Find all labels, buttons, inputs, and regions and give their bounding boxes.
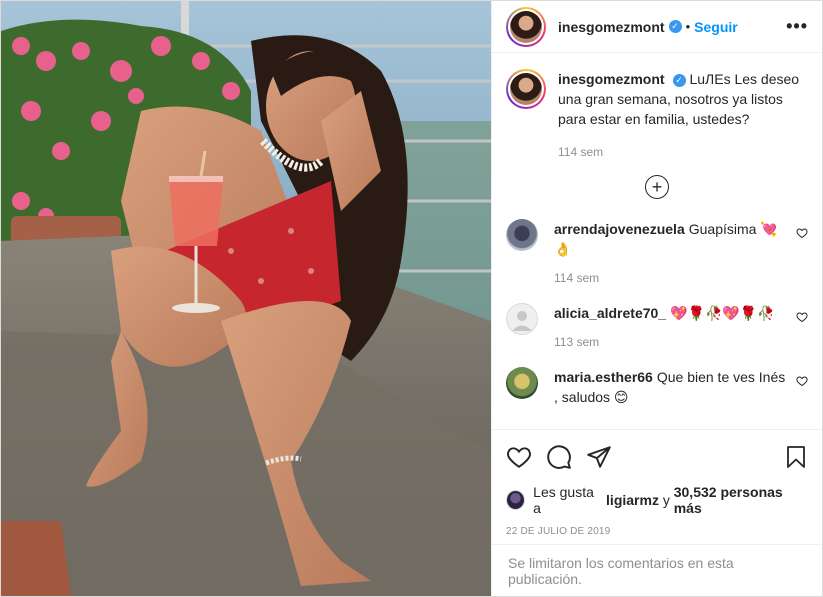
comments-limited-notice: Se limitaron los comentarios en esta pub… xyxy=(492,544,822,596)
comment-time[interactable]: 113 sem xyxy=(554,335,788,349)
share-icon[interactable] xyxy=(586,444,612,470)
heart-icon[interactable] xyxy=(796,311,808,323)
likes-others[interactable]: 30,532 personas más xyxy=(674,484,808,516)
heart-icon[interactable] xyxy=(506,444,532,470)
profile-avatar[interactable] xyxy=(506,6,546,47)
heart-icon[interactable] xyxy=(796,227,808,239)
header-separator: • xyxy=(685,19,691,34)
header-username[interactable]: inesgomezmont xyxy=(558,19,665,35)
comment-avatar[interactable] xyxy=(506,367,538,399)
comment-avatar[interactable] xyxy=(506,303,538,335)
post-sidebar: inesgomezmont ✓ • Seguir ••• inesgomezmo… xyxy=(491,1,822,596)
likes-user[interactable]: ligiarmz xyxy=(606,492,659,508)
likes-summary: Les gusta a ligiarmz y 30,532 personas m… xyxy=(506,484,808,516)
caption-avatar[interactable] xyxy=(506,69,546,109)
comments-section: inesgomezmont ✓ LuЛEs Les deseo una gran … xyxy=(492,53,822,429)
instagram-post: inesgomezmont ✓ • Seguir ••• inesgomezmo… xyxy=(0,0,823,597)
caption-text-block: inesgomezmont ✓ LuЛEs Les deseo una gran … xyxy=(558,69,808,129)
avatar-image xyxy=(510,10,542,43)
likes-prefix: Les gusta a xyxy=(533,484,594,516)
default-avatar-icon xyxy=(512,311,532,331)
caption-verified-icon: ✓ xyxy=(672,73,686,87)
comment-item: arrendajovenezuela Guapísima 💘👌 114 sem xyxy=(506,219,808,285)
post-actions: Les gusta a ligiarmz y 30,532 personas m… xyxy=(492,429,822,544)
caption-username[interactable]: inesgomezmont xyxy=(558,71,665,87)
caption-time[interactable]: 114 sem xyxy=(558,145,808,159)
post-photo-illustration xyxy=(1,1,491,596)
comment-text: 💖🌹🥀💖🌹🥀 xyxy=(670,305,775,321)
comment-username[interactable]: maria.esther66 xyxy=(554,369,653,385)
plus-circle-icon[interactable]: + xyxy=(645,175,669,199)
liker-avatar[interactable] xyxy=(506,490,526,510)
likes-middle: y xyxy=(662,492,670,508)
post-header: inesgomezmont ✓ • Seguir ••• xyxy=(492,1,822,53)
more-icon[interactable]: ••• xyxy=(786,16,808,37)
comment-item: alicia_aldrete70_ 💖🌹🥀💖🌹🥀 113 sem xyxy=(506,303,808,349)
post-caption: inesgomezmont ✓ LuЛEs Les deseo una gran … xyxy=(506,69,808,159)
comment-time[interactable]: 114 sem xyxy=(554,271,788,285)
post-photo[interactable] xyxy=(1,1,491,596)
comment-username[interactable]: alicia_aldrete70_ xyxy=(554,305,666,321)
verified-icon: ✓ xyxy=(668,20,682,33)
comment-username[interactable]: arrendajovenezuela xyxy=(554,221,685,237)
load-more-comments[interactable]: + xyxy=(506,175,808,199)
bookmark-icon[interactable] xyxy=(784,444,808,470)
comment-item: maria.esther66 Que bien te ves Inés , sal… xyxy=(506,367,808,407)
follow-button[interactable]: Seguir xyxy=(694,19,738,35)
comment-avatar[interactable] xyxy=(506,219,538,251)
caption-avatar-image xyxy=(510,73,542,105)
comment-icon[interactable] xyxy=(546,444,572,470)
heart-icon[interactable] xyxy=(796,375,808,387)
post-date[interactable]: 22 DE JULIO DE 2019 xyxy=(506,526,808,537)
action-icons-row xyxy=(506,442,808,472)
